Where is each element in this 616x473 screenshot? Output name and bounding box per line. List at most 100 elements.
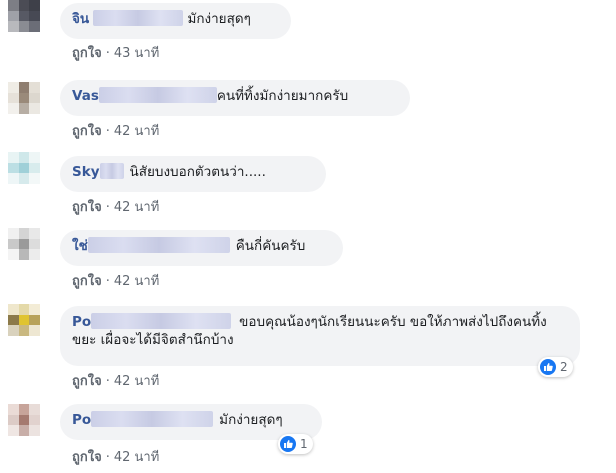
avatar-pixel	[8, 103, 19, 114]
redacted-name	[93, 10, 184, 26]
redacted-name	[91, 411, 214, 427]
avatar-pixel	[29, 162, 40, 174]
comment-meta: ถูกใจ · 42 นาที	[72, 274, 160, 289]
avatar-pixel	[8, 82, 19, 93]
comment-text: มักง่ายสุดๆ	[219, 412, 283, 428]
avatar-pixel	[18, 425, 30, 436]
redacted-name	[87, 237, 230, 253]
avatar-pixel	[29, 425, 40, 436]
avatar-pixel	[29, 0, 40, 11]
avatar-pixel	[8, 152, 19, 163]
avatar-pixel	[8, 404, 19, 415]
comment-text: คนที่ทิ้งมักง่ายมากครับ	[216, 88, 349, 104]
avatar[interactable]	[8, 82, 40, 114]
avatar-pixel	[18, 414, 30, 426]
commenter-name[interactable]: จิน	[72, 11, 89, 27]
comment-time[interactable]: 42 นาที	[114, 124, 159, 139]
comment-bubble: ใช่ คืนกี่คันครับ	[60, 230, 343, 266]
avatar-pixel	[29, 92, 40, 104]
avatar-pixel	[18, 404, 30, 415]
avatar-pixel	[8, 162, 19, 174]
commenter-name[interactable]: Po	[72, 314, 91, 330]
commenter-name[interactable]: Vas	[72, 88, 99, 104]
avatar-pixel	[18, 103, 30, 114]
avatar-pixel	[8, 0, 19, 11]
avatar-pixel	[29, 249, 40, 260]
comment-time[interactable]: 43 นาที	[114, 46, 159, 61]
avatar-pixel	[18, 10, 30, 22]
comment-time[interactable]: 42 นาที	[114, 200, 159, 215]
reaction-badge[interactable]: 2	[538, 357, 573, 377]
avatar-pixel	[8, 414, 19, 426]
comment-time[interactable]: 42 นาที	[114, 274, 159, 289]
avatar-pixel	[18, 0, 30, 11]
comment-bubble: Vas คนที่ทิ้งมักง่ายมากครับ	[60, 80, 410, 116]
avatar-pixel	[29, 404, 40, 415]
comment-time[interactable]: 42 นาที	[114, 450, 159, 465]
comment-bubble: Po ขอบคุณน้องๆนักเรียนนะครับ ขอให้ภาพส่งไ…	[60, 306, 580, 366]
avatar-pixel	[18, 82, 30, 93]
avatar-pixel	[8, 173, 19, 184]
avatar-pixel	[29, 314, 40, 326]
like-button[interactable]: ถูกใจ	[72, 124, 102, 139]
avatar[interactable]	[8, 304, 40, 336]
avatar-pixel	[8, 238, 19, 250]
avatar-pixel	[18, 92, 30, 104]
avatar-pixel	[18, 173, 30, 184]
avatar-pixel	[29, 238, 40, 250]
avatar-pixel	[18, 228, 30, 239]
like-button[interactable]: ถูกใจ	[72, 274, 102, 289]
avatar-pixel	[8, 228, 19, 239]
avatar[interactable]	[8, 404, 40, 436]
commenter-name[interactable]: ใช่	[72, 238, 88, 254]
avatar-pixel	[29, 304, 40, 315]
avatar-pixel	[18, 238, 30, 250]
like-button[interactable]: ถูกใจ	[72, 450, 102, 465]
avatar[interactable]	[8, 228, 40, 260]
avatar-pixel	[8, 425, 19, 436]
comment-meta: ถูกใจ · 43 นาที	[72, 46, 160, 61]
redacted-name	[91, 313, 232, 329]
avatar-pixel	[29, 10, 40, 22]
commenter-name[interactable]: Sky	[72, 164, 100, 180]
avatar-pixel	[18, 325, 30, 336]
avatar-pixel	[29, 21, 40, 32]
avatar-pixel	[29, 414, 40, 426]
commenter-name[interactable]: Po	[72, 412, 91, 428]
comment-bubble: จิน มักง่ายสุดๆ	[60, 3, 291, 39]
reaction-count: 1	[300, 437, 308, 451]
redacted-name	[98, 87, 217, 103]
avatar-pixel	[8, 304, 19, 315]
avatar-pixel	[8, 249, 19, 260]
avatar-pixel	[8, 314, 19, 326]
like-button[interactable]: ถูกใจ	[72, 374, 102, 389]
reaction-count: 2	[560, 360, 568, 374]
avatar-pixel	[18, 162, 30, 174]
avatar-pixel	[29, 173, 40, 184]
comment-text: นิสัยบงบอกตัวตนว่า.....	[129, 164, 266, 180]
avatar-pixel	[18, 21, 30, 32]
redacted-name	[99, 163, 124, 179]
comment-meta: ถูกใจ · 42 นาที	[72, 450, 160, 465]
like-reaction-icon	[540, 359, 556, 375]
avatar-pixel	[29, 228, 40, 239]
avatar-pixel	[8, 325, 19, 336]
avatar-pixel	[8, 92, 19, 104]
comment-meta: ถูกใจ · 42 นาที	[72, 374, 160, 389]
avatar-pixel	[29, 82, 40, 93]
avatar[interactable]	[8, 152, 40, 184]
avatar-pixel	[18, 152, 30, 163]
avatar-pixel	[18, 314, 30, 326]
avatar-pixel	[18, 304, 30, 315]
comment-meta: ถูกใจ · 42 นาที	[72, 200, 160, 215]
like-button[interactable]: ถูกใจ	[72, 200, 102, 215]
comment-text: คืนกี่คันครับ	[235, 238, 306, 254]
comment-time[interactable]: 42 นาที	[114, 374, 159, 389]
avatar-pixel	[29, 103, 40, 114]
avatar[interactable]	[8, 0, 40, 32]
like-button[interactable]: ถูกใจ	[72, 46, 102, 61]
avatar-pixel	[29, 152, 40, 163]
reaction-badge[interactable]: 1	[278, 434, 313, 454]
avatar-pixel	[8, 10, 19, 22]
avatar-pixel	[8, 21, 19, 32]
